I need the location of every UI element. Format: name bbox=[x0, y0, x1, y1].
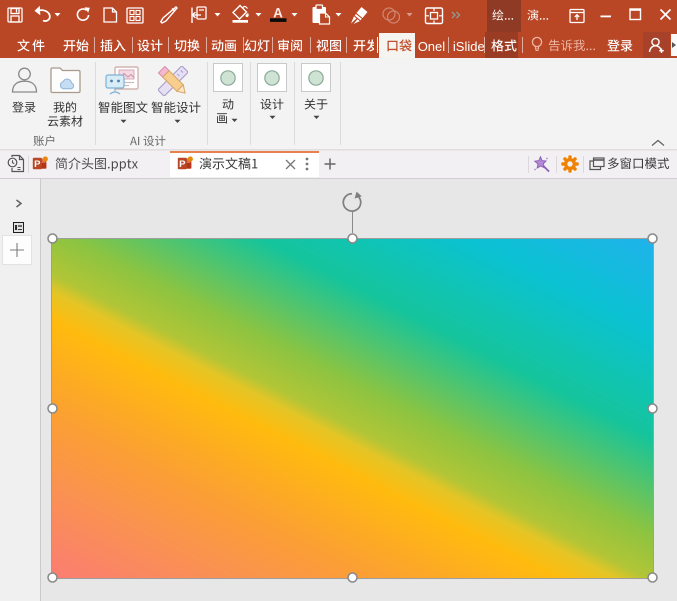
svg-text:P: P bbox=[34, 159, 41, 170]
svg-text:P: P bbox=[179, 159, 186, 170]
svg-text:A: A bbox=[273, 6, 283, 21]
